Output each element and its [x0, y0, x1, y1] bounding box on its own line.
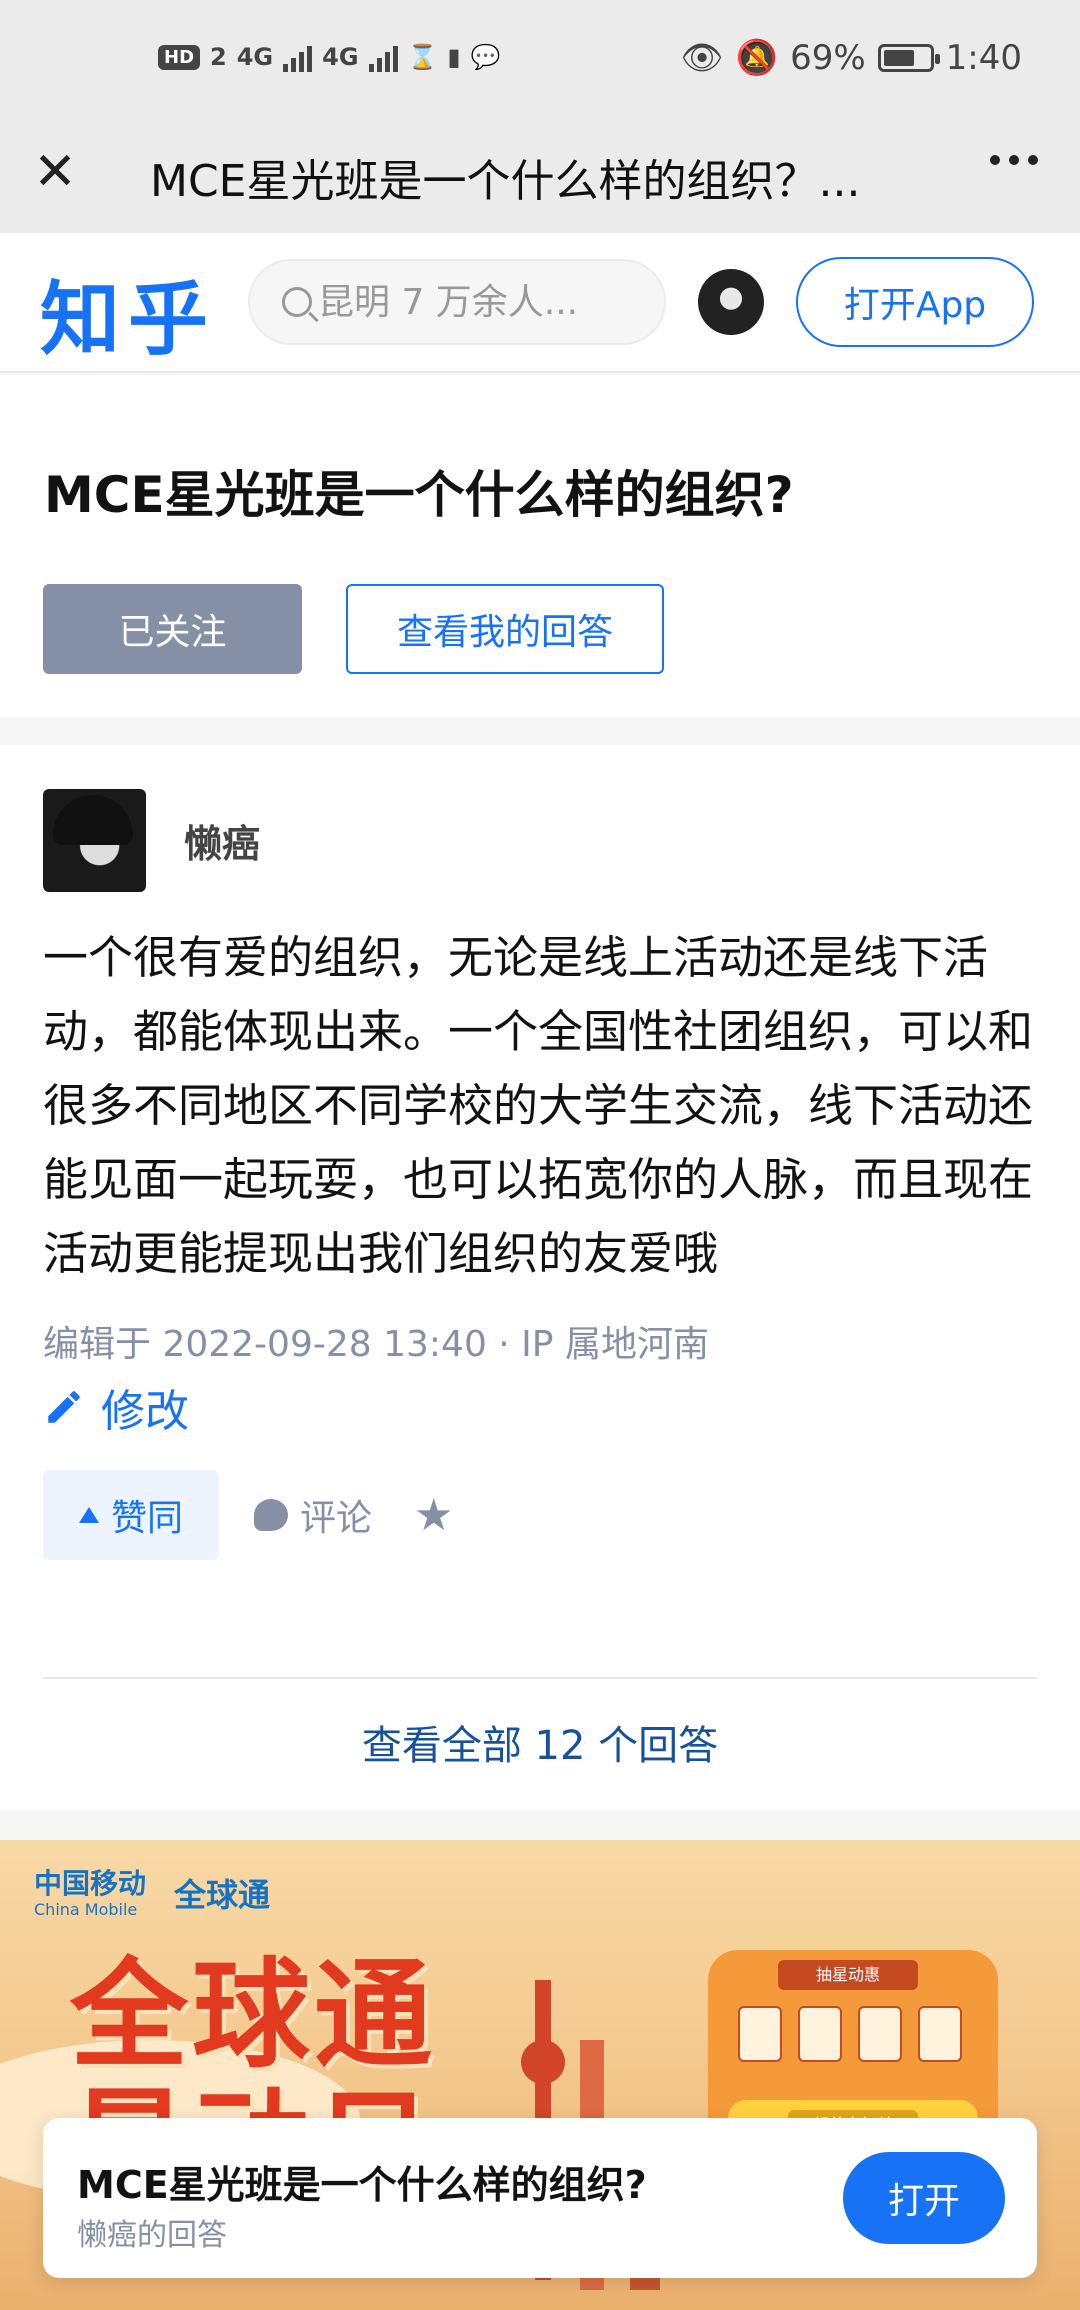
card-subtitle: 懒癌的回答: [77, 2218, 227, 2253]
signal-icon: [283, 42, 313, 72]
sim-slot: 2: [210, 43, 227, 71]
answer-meta: 编辑于 2022-09-28 13:40 · IP 属地河南: [43, 1324, 709, 1365]
battery-percent: 69%: [790, 38, 866, 78]
status-bar-right: 👁 🔕 69% 1:40: [681, 38, 1022, 78]
mute-bell-icon: 🔕: [735, 38, 779, 78]
signal-icon-2: [368, 42, 398, 72]
view-all-answers-link[interactable]: 查看全部 12 个回答: [0, 1713, 1080, 1771]
close-icon[interactable]: ✕: [30, 146, 80, 198]
search-icon: [282, 287, 312, 317]
site-header: 知乎 打开App: [0, 233, 1080, 373]
open-button[interactable]: 打开: [843, 2152, 1005, 2244]
hd-badge: HD: [158, 44, 201, 70]
alert-icon: ▮: [447, 43, 461, 71]
wechat-icon: 💬: [470, 43, 501, 71]
user-avatar[interactable]: [698, 269, 764, 335]
pencil-icon: [48, 1391, 80, 1423]
answer-content: 一个很有爱的组织，无论是线上活动还是线下活动，都能体现出来。一个全国性社团组织，…: [43, 931, 1034, 1280]
status-bar-left: HD 2 4G 4G ⌛ ▮ 💬: [158, 42, 501, 72]
edit-label: 修改: [101, 1386, 189, 1437]
upvote-triangle-icon: [78, 1507, 99, 1523]
status-bar: HD 2 4G 4G ⌛ ▮ 💬 👁 🔕 69% 1:40: [0, 0, 1080, 125]
question-title[interactable]: MCE星光班是一个什么样的组织?: [44, 455, 794, 527]
favorite-star-icon[interactable]: ★: [414, 1470, 453, 1560]
upvote-button[interactable]: 赞同: [43, 1470, 219, 1560]
edit-button[interactable]: 修改: [43, 1375, 189, 1439]
more-icon[interactable]: [990, 155, 1038, 165]
eye-icon: 👁: [680, 38, 724, 78]
search-box[interactable]: [248, 259, 666, 345]
clock: 1:40: [945, 38, 1022, 78]
divider: [43, 1677, 1037, 1679]
zhihu-logo[interactable]: 知乎: [40, 255, 216, 371]
network-type-1: 4G: [236, 43, 274, 71]
battery-icon: [877, 44, 940, 72]
answer-card: 懒癌 一个很有爱的组织，无论是线上活动还是线下活动，都能体现出来。一个全国性社团…: [0, 745, 1080, 1810]
page-title: MCE星光班是一个什么样的组织？...: [150, 156, 861, 207]
browser-title-bar: ✕ MCE星光班是一个什么样的组织？...: [0, 125, 1080, 233]
author-avatar[interactable]: [43, 789, 146, 892]
view-my-answer-button[interactable]: 查看我的回答: [346, 584, 664, 674]
china-mobile-logo: 中国移动 China Mobile: [34, 1867, 147, 1919]
network-type-2: 4G: [322, 43, 359, 71]
comment-label: 评论: [300, 1498, 373, 1539]
search-input[interactable]: [318, 281, 638, 323]
open-in-app-card[interactable]: MCE星光班是一个什么样的组织? 懒癌的回答 打开: [43, 2118, 1037, 2278]
question-card: MCE星光班是一个什么样的组织? 已关注 查看我的回答: [0, 375, 1080, 717]
upvote-label: 赞同: [110, 1498, 183, 1539]
hourglass-icon: ⌛: [407, 43, 438, 71]
followed-button[interactable]: 已关注: [43, 584, 302, 674]
global-logo: 全球通: [174, 1876, 271, 1914]
open-app-button[interactable]: 打开App: [796, 257, 1034, 347]
comment-button[interactable]: 评论: [254, 1470, 372, 1560]
card-title: MCE星光班是一个什么样的组织?: [77, 2163, 647, 2207]
author-name[interactable]: 懒癌: [184, 813, 260, 868]
comment-bubble-icon: [254, 1499, 288, 1531]
